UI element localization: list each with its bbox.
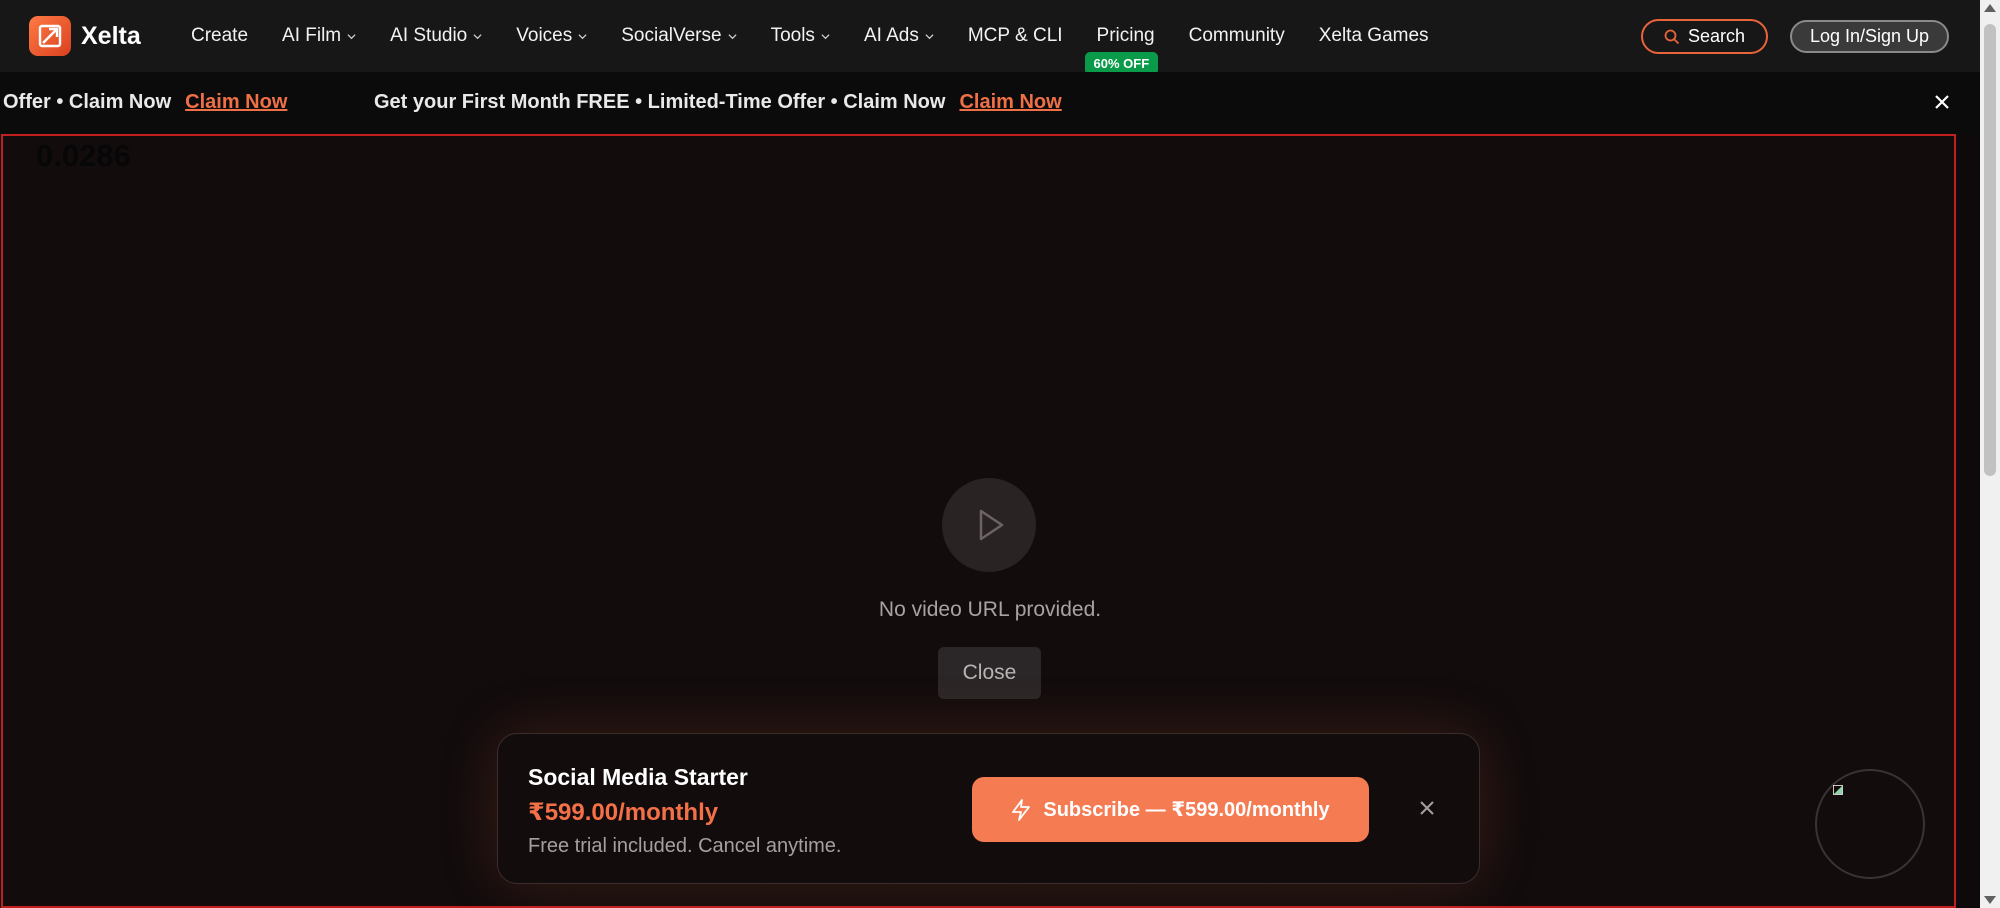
nav-xelta-games[interactable]: Xelta Games	[1319, 25, 1429, 47]
promo-message: Get your First Month FREE • Limited-Time…	[374, 91, 1062, 113]
subscribe-button[interactable]: Subscribe — ₹599.00/monthly	[972, 777, 1369, 842]
nav-pricing[interactable]: Pricing 60% OFF	[1084, 25, 1159, 75]
scroll-down-arrow-icon[interactable]	[1984, 896, 1996, 904]
search-button[interactable]: Search	[1641, 19, 1768, 54]
chevron-down-icon	[821, 33, 830, 39]
close-icon[interactable]	[1416, 797, 1438, 819]
brand-name: Xelta	[81, 21, 141, 50]
brand-logo[interactable]: Xelta	[29, 16, 141, 56]
nav-ai-studio[interactable]: AI Studio	[390, 25, 482, 47]
search-icon	[1664, 29, 1680, 44]
nav-tools[interactable]: Tools	[771, 25, 830, 47]
chevron-down-icon	[347, 33, 356, 39]
nav-community[interactable]: Community	[1189, 25, 1285, 47]
plan-note: Free trial included. Cancel anytime.	[528, 835, 842, 857]
nav-ai-ads[interactable]: AI Ads	[864, 25, 934, 47]
play-icon	[979, 509, 1004, 541]
top-navigation: Xelta Create AI Film AI Studio Voices So…	[0, 0, 1980, 75]
page: Xelta Create AI Film AI Studio Voices So…	[0, 0, 2000, 908]
promo-banner: Offer • Claim Now Claim Now Get your Firs…	[0, 72, 1980, 134]
main-menu: Create AI Film AI Studio Voices SocialVe…	[191, 0, 1463, 75]
vertical-scrollbar[interactable]	[1980, 0, 2000, 908]
play-button[interactable]	[942, 478, 1036, 572]
plan-price: ₹599.00/monthly	[528, 799, 719, 826]
login-signup-button[interactable]: Log In/Sign Up	[1790, 20, 1949, 53]
chevron-down-icon	[925, 33, 934, 39]
promo-message-partial: Offer • Claim Now Claim Now	[3, 91, 288, 113]
nav-socialverse[interactable]: SocialVerse	[621, 25, 737, 47]
chevron-down-icon	[473, 33, 482, 39]
claim-now-link[interactable]: Claim Now	[185, 91, 287, 113]
claim-now-link[interactable]: Claim Now	[959, 91, 1061, 113]
lightning-icon	[1012, 798, 1031, 821]
chevron-down-icon	[728, 33, 737, 39]
chat-widget[interactable]	[1815, 769, 1925, 879]
plan-title: Social Media Starter	[528, 764, 748, 790]
nav-create[interactable]: Create	[191, 25, 248, 47]
error-message: No video URL provided.	[878, 598, 1102, 621]
scrollbar-thumb[interactable]	[1984, 24, 1996, 476]
nav-mcp-cli[interactable]: MCP & CLI	[968, 25, 1063, 47]
broken-image-icon	[1833, 785, 1843, 795]
chevron-down-icon	[578, 33, 587, 39]
nav-ai-film[interactable]: AI Film	[282, 25, 356, 47]
scroll-up-arrow-icon[interactable]	[1984, 4, 1996, 12]
close-button[interactable]: Close	[938, 647, 1041, 699]
subscribe-label: Subscribe — ₹599.00/monthly	[1043, 799, 1330, 821]
progress-counter: 0.0286	[36, 138, 131, 173]
search-label: Search	[1687, 26, 1746, 46]
close-icon[interactable]	[1930, 90, 1954, 114]
subscription-card: Social Media Starter ₹599.00/monthly Fre…	[497, 733, 1480, 884]
nav-voices[interactable]: Voices	[516, 25, 587, 47]
xelta-logo-icon	[29, 16, 71, 56]
